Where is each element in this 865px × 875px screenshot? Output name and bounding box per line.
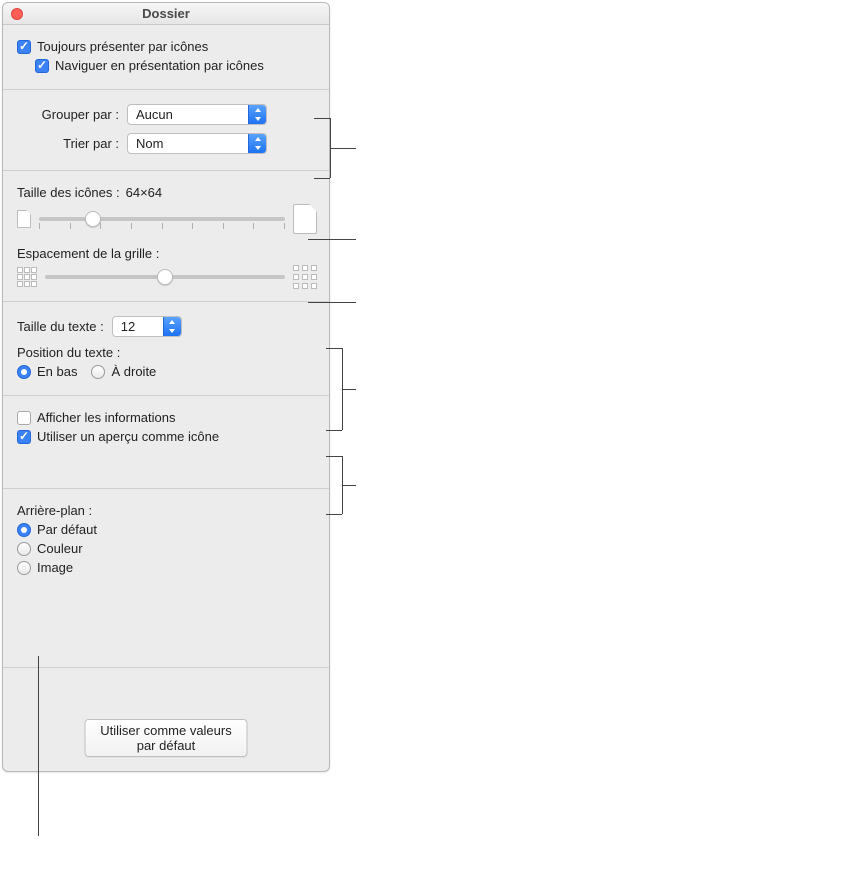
footer: Utiliser comme valeurs par défaut bbox=[3, 667, 329, 771]
icon-size-slider[interactable] bbox=[39, 217, 285, 221]
callout-line bbox=[326, 514, 342, 515]
icon-size-label: Taille des icônes : bbox=[17, 185, 120, 200]
sort-by-label: Trier par : bbox=[17, 136, 127, 151]
sort-by-value: Nom bbox=[128, 134, 248, 153]
titlebar[interactable]: Dossier bbox=[3, 3, 329, 25]
callout-line bbox=[308, 302, 356, 303]
window-title: Dossier bbox=[142, 6, 190, 21]
chevron-updown-icon bbox=[163, 317, 181, 336]
large-page-icon bbox=[293, 204, 317, 234]
background-color-label: Couleur bbox=[37, 541, 83, 556]
always-icon-view-label: Toujours présenter par icônes bbox=[37, 39, 208, 54]
show-item-info-label: Afficher les informations bbox=[37, 410, 176, 425]
chevron-updown-icon bbox=[248, 105, 266, 124]
grid-spacing-thumb[interactable] bbox=[157, 269, 173, 285]
background-heading: Arrière-plan : bbox=[17, 503, 92, 518]
label-position-right-radio[interactable] bbox=[91, 365, 105, 379]
grid-spacing-label: Espacement de la grille : bbox=[17, 246, 159, 261]
browse-icon-view-label: Naviguer en présentation par icônes bbox=[55, 58, 264, 73]
group-by-popup[interactable]: Aucun bbox=[127, 104, 267, 125]
callout-line bbox=[308, 239, 356, 240]
callout-line bbox=[314, 178, 330, 179]
grid-spacing-slider[interactable] bbox=[45, 275, 285, 279]
text-size-popup[interactable]: 12 bbox=[112, 316, 182, 337]
background-default-radio[interactable] bbox=[17, 523, 31, 537]
section-info: Afficher les informations Utiliser un ap… bbox=[3, 396, 329, 489]
always-icon-view-checkbox[interactable] bbox=[17, 40, 31, 54]
small-page-icon bbox=[17, 210, 31, 228]
callout-line bbox=[326, 348, 342, 349]
label-position-bottom-radio[interactable] bbox=[17, 365, 31, 379]
section-background: Arrière-plan : Par défaut Couleur Image bbox=[3, 489, 329, 591]
use-as-default-button[interactable]: Utiliser comme valeurs par défaut bbox=[85, 719, 248, 757]
callout-line bbox=[330, 148, 356, 149]
browse-icon-view-checkbox[interactable] bbox=[35, 59, 49, 73]
callout-line bbox=[342, 389, 356, 390]
section-arrange: Grouper par : Aucun Trier par : Nom bbox=[3, 90, 329, 171]
background-image-label: Image bbox=[37, 560, 73, 575]
section-icon: Taille des icônes : 64×64 Espacement de … bbox=[3, 171, 329, 302]
chevron-updown-icon bbox=[248, 134, 266, 153]
group-by-label: Grouper par : bbox=[17, 107, 127, 122]
group-by-value: Aucun bbox=[128, 105, 248, 124]
loose-grid-icon bbox=[293, 265, 317, 289]
show-icon-preview-label: Utiliser un aperçu comme icône bbox=[37, 429, 219, 444]
callout-line bbox=[342, 485, 356, 486]
callout-line bbox=[38, 656, 39, 836]
sort-by-popup[interactable]: Nom bbox=[127, 133, 267, 154]
text-size-label: Taille du texte : bbox=[17, 319, 104, 334]
callout-line bbox=[314, 118, 330, 119]
view-options-window: Dossier Toujours présenter par icônes Na… bbox=[2, 2, 330, 772]
background-default-label: Par défaut bbox=[37, 522, 97, 537]
section-text: Taille du texte : 12 Position du texte :… bbox=[3, 302, 329, 396]
background-image-radio[interactable] bbox=[17, 561, 31, 575]
background-color-radio[interactable] bbox=[17, 542, 31, 556]
show-item-info-checkbox[interactable] bbox=[17, 411, 31, 425]
icon-size-value: 64×64 bbox=[126, 185, 163, 200]
label-position-label: Position du texte : bbox=[17, 345, 120, 360]
label-position-bottom-label: En bas bbox=[37, 364, 77, 379]
show-icon-preview-checkbox[interactable] bbox=[17, 430, 31, 444]
icon-size-thumb[interactable] bbox=[85, 211, 101, 227]
tight-grid-icon bbox=[17, 267, 37, 287]
callout-line bbox=[326, 430, 342, 431]
callout-line bbox=[326, 456, 342, 457]
section-general: Toujours présenter par icônes Naviguer e… bbox=[3, 25, 329, 90]
use-as-default-label: Utiliser comme valeurs par défaut bbox=[100, 723, 231, 753]
close-icon[interactable] bbox=[11, 8, 23, 20]
text-size-value: 12 bbox=[113, 317, 163, 336]
label-position-right-label: À droite bbox=[111, 364, 156, 379]
